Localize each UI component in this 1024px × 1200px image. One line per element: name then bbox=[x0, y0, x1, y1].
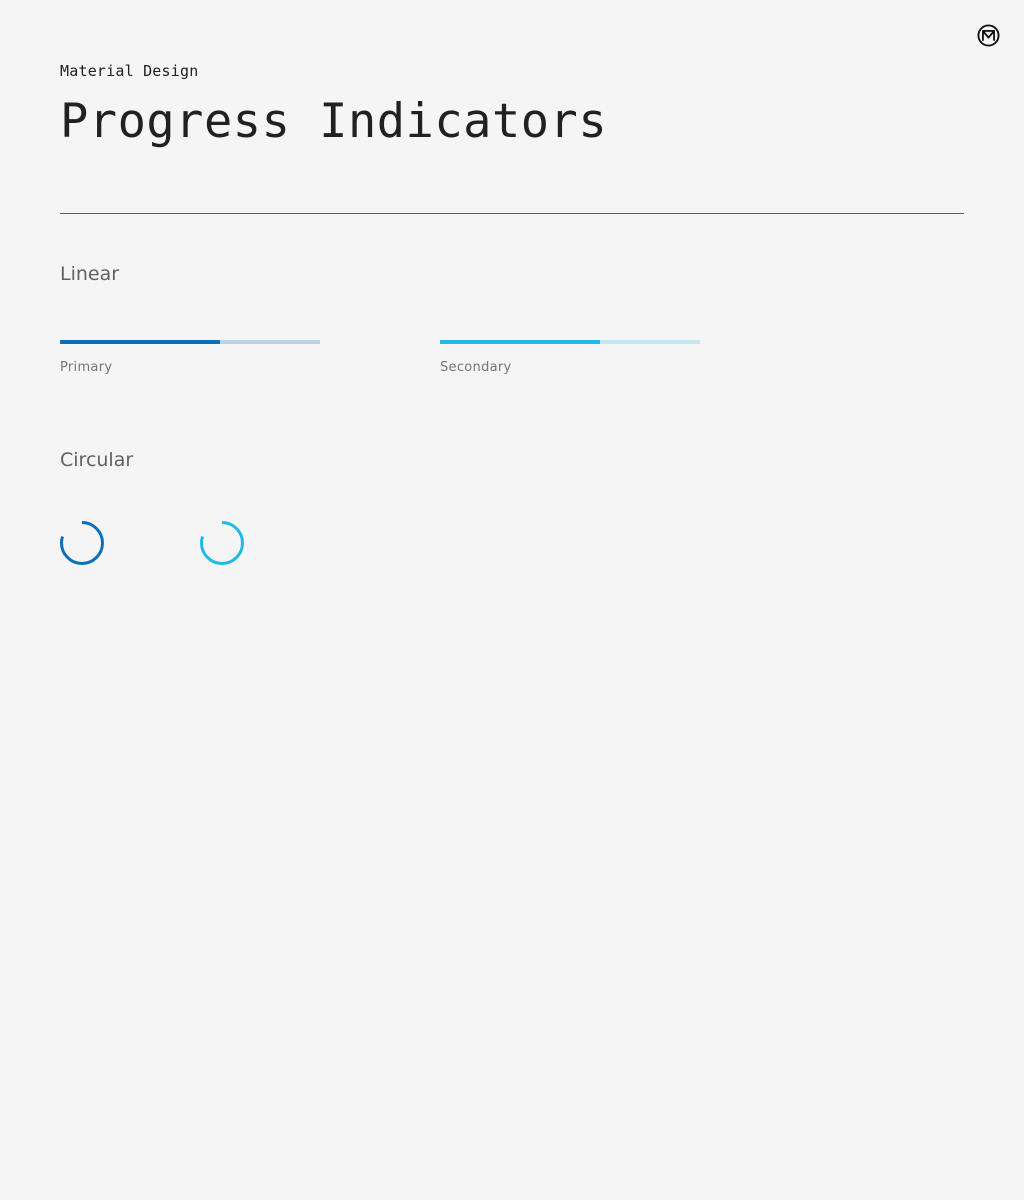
linear-progress-label-secondary: Secondary bbox=[440, 360, 512, 375]
circular-progress-secondary bbox=[200, 521, 244, 565]
eyebrow-label: Material Design bbox=[60, 62, 199, 80]
circular-progress-arc bbox=[200, 521, 244, 565]
linear-progress-secondary bbox=[440, 340, 700, 344]
page-title: Progress Indicators bbox=[60, 94, 608, 149]
linear-progress-primary bbox=[60, 340, 320, 344]
header-divider bbox=[60, 213, 964, 214]
section-heading-circular: Circular bbox=[60, 449, 134, 471]
material-m-logo-icon[interactable] bbox=[977, 24, 1000, 47]
circular-progress-primary bbox=[60, 521, 104, 565]
linear-progress-label-primary: Primary bbox=[60, 360, 113, 375]
circular-progress-arc bbox=[60, 521, 104, 565]
section-heading-linear: Linear bbox=[60, 263, 120, 285]
linear-progress-bar bbox=[60, 340, 220, 344]
linear-progress-bar bbox=[440, 340, 600, 344]
